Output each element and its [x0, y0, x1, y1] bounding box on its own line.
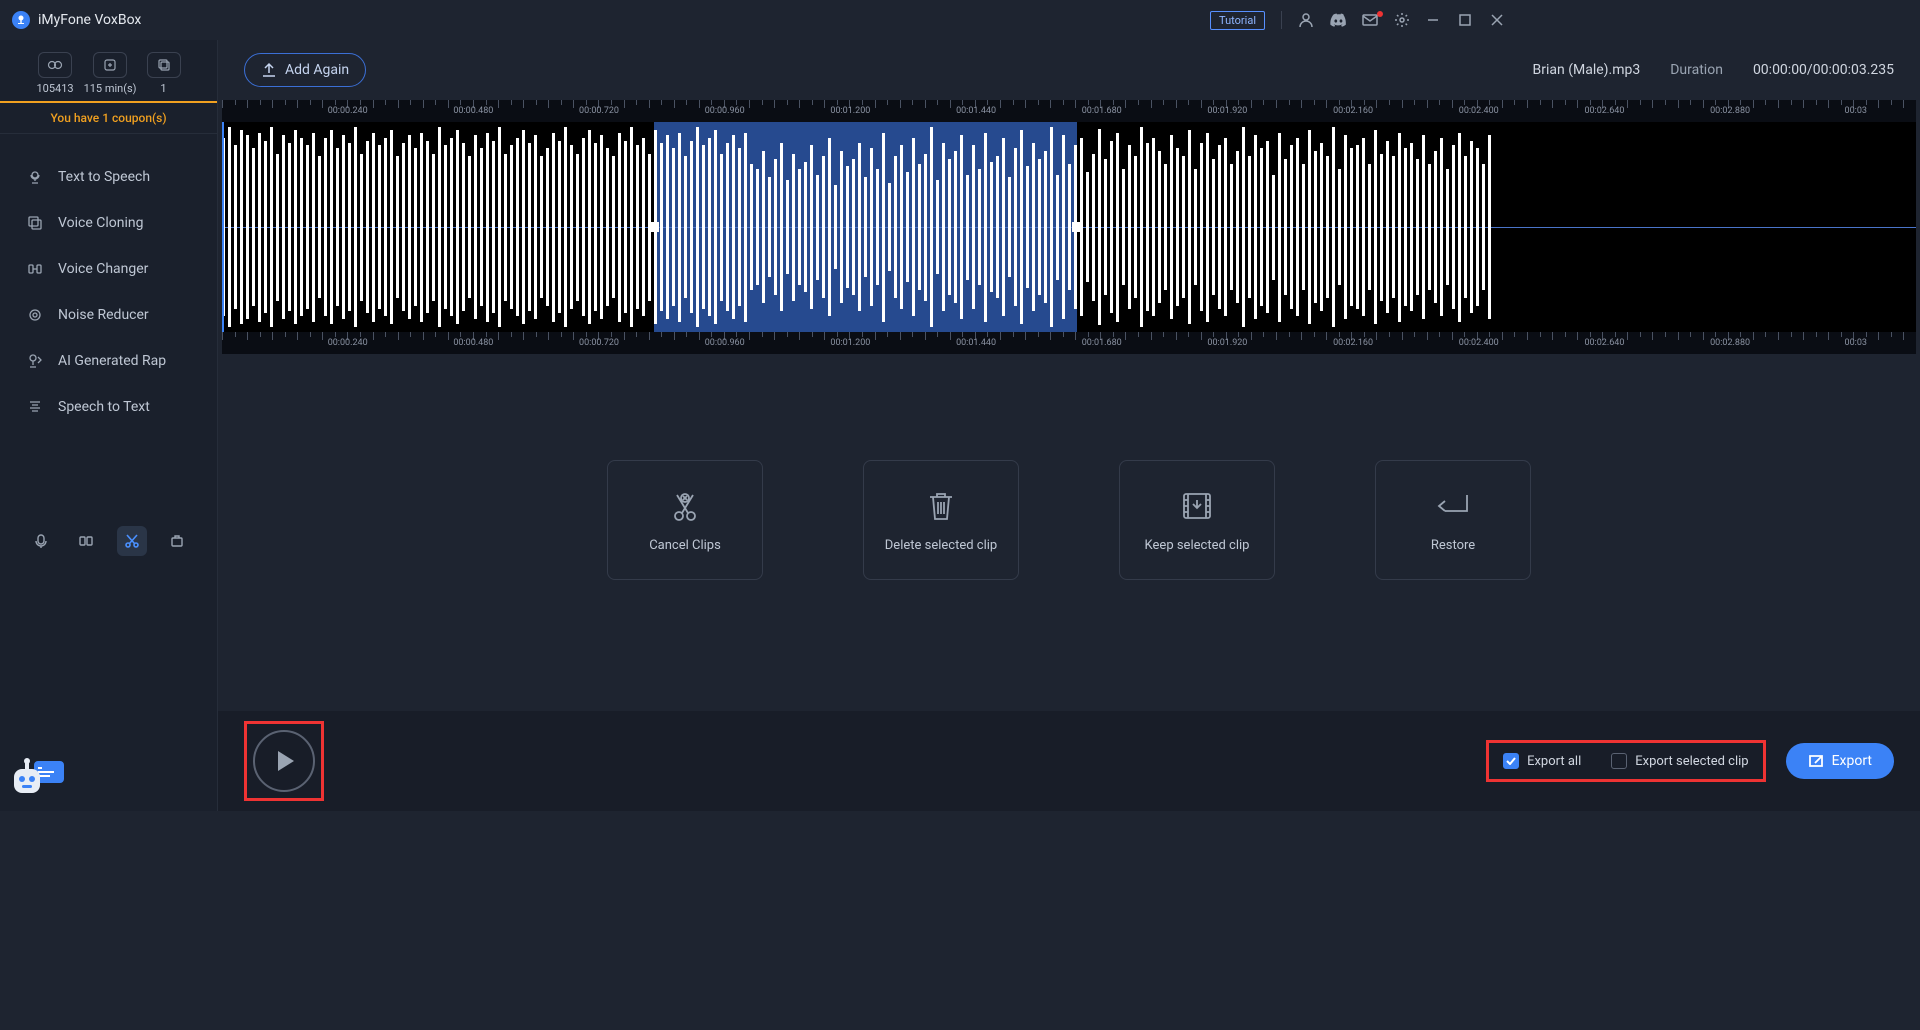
- export-all-checkbox[interactable]: Export all: [1503, 753, 1581, 769]
- main-toolbar: Add Again Brian (Male).mp3 Duration 00:0…: [218, 40, 1920, 100]
- checkbox-unchecked-icon: [1611, 753, 1627, 769]
- clone-icon: [26, 214, 44, 232]
- stat-time-label: 115 min(s): [84, 82, 137, 95]
- waveform-bars: [222, 122, 1916, 332]
- export-selected-label: Export selected clip: [1635, 754, 1748, 769]
- tool-row: [0, 526, 218, 556]
- noise-icon: [26, 306, 44, 324]
- user-icon[interactable]: [1298, 12, 1316, 28]
- stat-copies[interactable]: 1: [147, 52, 181, 95]
- nav-text-to-speech[interactable]: Text to Speech: [0, 154, 217, 200]
- main: Add Again Brian (Male).mp3 Duration 00:0…: [218, 40, 1920, 811]
- bottom-bar: Export all Export selected clip Export: [218, 711, 1920, 811]
- sidebar-nav: Text to Speech Voice Cloning Voice Chang…: [0, 134, 217, 450]
- changer-icon: [26, 260, 44, 278]
- restore-button[interactable]: Restore: [1375, 460, 1531, 580]
- rap-icon: [26, 352, 44, 370]
- titlebar-icons: [1298, 12, 1508, 28]
- cancel-clips-button[interactable]: Cancel Clips: [607, 460, 763, 580]
- stats-row: 105413 115 min(s) 1: [0, 40, 217, 101]
- filename: Brian (Male).mp3: [1533, 62, 1641, 78]
- nav-label: AI Generated Rap: [58, 353, 166, 369]
- tool-convert[interactable]: [72, 526, 102, 556]
- selection-handle-right[interactable]: [1072, 222, 1082, 232]
- stat-time[interactable]: 115 min(s): [84, 52, 137, 95]
- restore-icon: [1436, 488, 1470, 524]
- close-icon[interactable]: [1490, 13, 1508, 27]
- time-icon: [93, 52, 127, 78]
- action-label: Keep selected clip: [1145, 538, 1250, 553]
- copy-icon: [147, 52, 181, 78]
- titlebar-right: Tutorial: [1210, 11, 1508, 30]
- tool-box[interactable]: [163, 526, 193, 556]
- stt-icon: [26, 398, 44, 416]
- duration-value: 00:00:00/00:00:03.235: [1753, 62, 1894, 78]
- checkbox-checked-icon: [1503, 753, 1519, 769]
- nav-ai-rap[interactable]: AI Generated Rap: [0, 338, 217, 384]
- minimize-icon[interactable]: [1426, 13, 1444, 27]
- nav-label: Speech to Text: [58, 399, 150, 415]
- app-title: iMyFone VoxBox: [38, 12, 141, 28]
- action-label: Cancel Clips: [649, 538, 721, 553]
- stat-chars[interactable]: 105413: [36, 52, 73, 95]
- duration-label: Duration: [1670, 62, 1723, 78]
- export-selected-checkbox[interactable]: Export selected clip: [1611, 753, 1748, 769]
- chars-icon: [38, 52, 72, 78]
- divider: [1281, 11, 1282, 29]
- add-again-label: Add Again: [285, 62, 349, 78]
- nav-speech-to-text[interactable]: Speech to Text: [0, 384, 217, 430]
- keep-icon: [1181, 488, 1213, 524]
- timeline-ruler-bottom[interactable]: 00:00.24000:00.48000:00.72000:00.96000:0…: [222, 332, 1916, 354]
- action-label: Delete selected clip: [885, 538, 997, 553]
- waveform-wrap: 00:00.24000:00.48000:00.72000:00.96000:0…: [222, 100, 1916, 354]
- nav-label: Voice Changer: [58, 261, 148, 277]
- maximize-icon[interactable]: [1458, 13, 1476, 27]
- nav-label: Voice Cloning: [58, 215, 143, 231]
- nav-label: Noise Reducer: [58, 307, 149, 323]
- titlebar: iMyFone VoxBox Tutorial: [0, 0, 1520, 40]
- export-options-highlight: Export all Export selected clip: [1486, 740, 1766, 782]
- app-logo: [12, 11, 30, 29]
- stat-copies-label: 1: [160, 82, 166, 95]
- play-button[interactable]: [253, 730, 315, 792]
- add-again-button[interactable]: Add Again: [244, 53, 366, 87]
- nav-noise-reducer[interactable]: Noise Reducer: [0, 292, 217, 338]
- action-label: Restore: [1431, 538, 1475, 553]
- coupon-bar[interactable]: You have 1 coupon(s): [0, 101, 217, 134]
- titlebar-left: iMyFone VoxBox: [12, 11, 141, 29]
- tool-record[interactable]: [26, 526, 56, 556]
- waveform[interactable]: [222, 122, 1916, 332]
- export-controls: Export all Export selected clip Export: [1486, 740, 1894, 782]
- tool-cut[interactable]: [117, 526, 147, 556]
- export-button[interactable]: Export: [1786, 743, 1894, 779]
- mail-icon[interactable]: [1362, 14, 1380, 26]
- file-info: Brian (Male).mp3 Duration 00:00:00/00:00…: [1533, 62, 1895, 78]
- stat-chars-label: 105413: [36, 82, 73, 95]
- chatbot-icon[interactable]: [12, 755, 64, 799]
- tutorial-button[interactable]: Tutorial: [1210, 11, 1265, 30]
- timeline-ruler-top[interactable]: 00:00.24000:00.48000:00.72000:00.96000:0…: [222, 100, 1916, 122]
- selection-handle-left[interactable]: [649, 222, 659, 232]
- discord-icon[interactable]: [1330, 13, 1348, 27]
- export-all-label: Export all: [1527, 754, 1581, 769]
- keep-clip-button[interactable]: Keep selected clip: [1119, 460, 1275, 580]
- cancel-icon: [669, 488, 701, 524]
- tts-icon: [26, 168, 44, 186]
- settings-icon[interactable]: [1394, 12, 1412, 28]
- play-highlight: [244, 721, 324, 801]
- nav-voice-cloning[interactable]: Voice Cloning: [0, 200, 217, 246]
- nav-voice-changer[interactable]: Voice Changer: [0, 246, 217, 292]
- sidebar: 105413 115 min(s) 1 You have 1 coupon(s)…: [0, 40, 218, 811]
- delete-clip-button[interactable]: Delete selected clip: [863, 460, 1019, 580]
- delete-icon: [927, 488, 955, 524]
- clip-actions: Cancel Clips Delete selected clip Keep s…: [218, 460, 1920, 580]
- playhead[interactable]: [222, 122, 224, 332]
- export-button-label: Export: [1832, 753, 1872, 769]
- nav-label: Text to Speech: [58, 169, 150, 185]
